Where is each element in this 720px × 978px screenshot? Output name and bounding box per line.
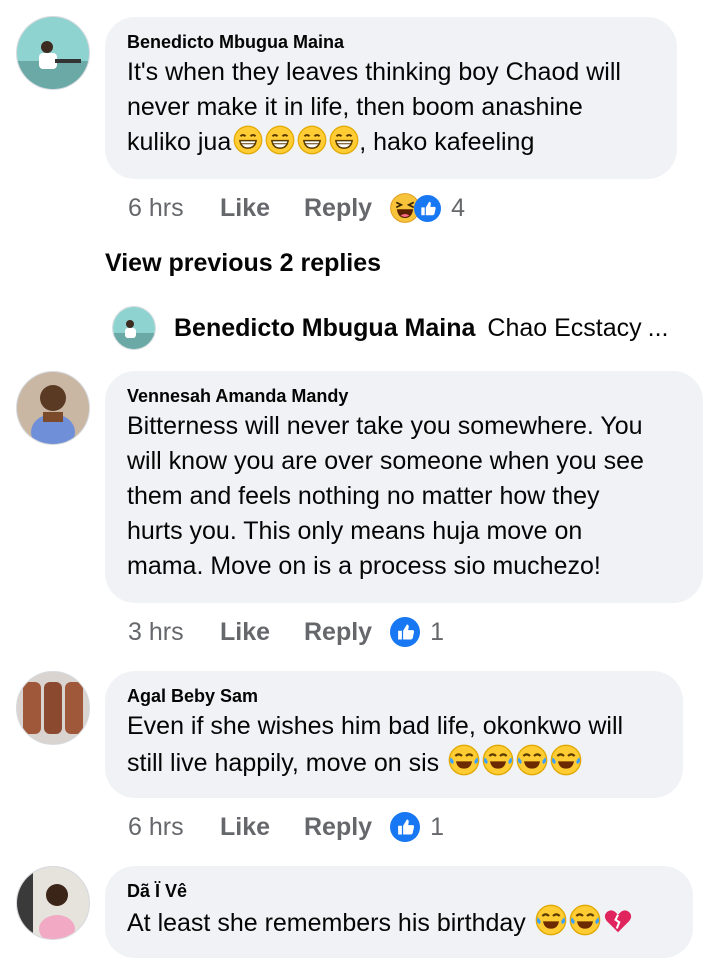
reaction-count: 1 [430, 812, 444, 841]
comment-text-line: At least she remembers his birthday [127, 904, 671, 946]
comment-text-line: mama. Move on is a process sio muchezo! [127, 552, 601, 580]
avatar-photo [17, 672, 89, 744]
comment-text-fragment: still live happily, move on sis [127, 749, 440, 777]
comment-text-line: Bitterness will never take you somewhere… [127, 412, 643, 440]
comment-bubble: Dã Ï Vê At least she remembers his birth… [105, 866, 693, 958]
reply-author: Benedicto Mbugua Maina [174, 313, 476, 342]
grinning-squint-emoji-icon [265, 125, 295, 165]
grinning-squint-emoji-icon [233, 125, 263, 165]
comment-author[interactable]: Agal Beby Sam [127, 685, 661, 707]
comment-text-line: kuliko jua , hako kafeeling [127, 125, 655, 165]
comment-text-line: them and feels nothing no matter how the… [127, 482, 600, 510]
comment-text-line: It's when they leaves thinking boy Chaod… [127, 58, 621, 86]
comment-timestamp[interactable]: 6 hrs [128, 813, 220, 842]
comment-text: It's when they leaves thinking boy Chaod… [127, 55, 655, 165]
comment-text-line: still live happily, move on sis [127, 744, 661, 786]
tears-of-joy-emoji-icon [482, 744, 514, 786]
reaction-count: 4 [451, 193, 465, 222]
comment-timestamp[interactable]: 6 hrs [128, 194, 220, 223]
reply-text: Chao Ecstacy [487, 313, 642, 342]
comment-text-line: will know you are over someone when you … [127, 447, 644, 475]
comment-actions: 6 hrs Like Reply 1 [128, 809, 444, 845]
comment-author[interactable]: Vennesah Amanda Mandy [127, 385, 681, 407]
tears-of-joy-emoji-icon [535, 904, 567, 946]
tears-of-joy-emoji-icon [550, 744, 582, 786]
like-button[interactable]: Like [220, 194, 304, 223]
avatar[interactable] [16, 371, 90, 445]
comment-bubble: Vennesah Amanda Mandy Bitterness will ne… [105, 371, 703, 603]
comment-timestamp[interactable]: 3 hrs [128, 618, 220, 647]
avatar[interactable] [16, 671, 90, 745]
reply-button[interactable]: Reply [304, 618, 372, 647]
comment-bubble: Benedicto Mbugua Maina It's when they le… [105, 17, 677, 179]
reply-ellipsis: ... [647, 313, 669, 342]
broken-heart-emoji-icon [603, 906, 633, 946]
like-button[interactable]: Like [220, 618, 304, 647]
tears-of-joy-emoji-icon [516, 744, 548, 786]
avatar-photo [17, 867, 89, 939]
like-reaction-icon [390, 812, 421, 842]
grinning-squint-emoji-icon [329, 125, 359, 165]
comment-text-fragment: , hako kafeeling [359, 128, 535, 156]
reply-preview[interactable]: Benedicto Mbugua Maina Chao Ecstacy ... [112, 306, 669, 350]
comment-text: Bitterness will never take you somewhere… [127, 409, 681, 584]
comment-text: Even if she wishes him bad life, okonkwo… [127, 709, 661, 786]
reply-button[interactable]: Reply [304, 813, 372, 842]
grinning-squint-emoji-icon [297, 125, 327, 165]
reaction-summary[interactable]: 1 [390, 812, 444, 842]
tears-of-joy-emoji-icon [448, 744, 480, 786]
comment-author[interactable]: Benedicto Mbugua Maina [127, 31, 655, 53]
like-reaction-icon [390, 617, 421, 647]
tears-of-joy-emoji-icon [569, 904, 601, 946]
reaction-count: 1 [430, 617, 444, 646]
comment-bubble: Agal Beby Sam Even if she wishes him bad… [105, 671, 683, 798]
avatar[interactable] [16, 866, 90, 940]
like-reaction-icon [414, 194, 442, 222]
avatar[interactable] [16, 16, 90, 90]
comment-text-line: hurts you. This only means huja move on [127, 517, 583, 545]
comment-text-fragment: At least she remembers his birthday [127, 909, 526, 937]
comment-text-fragment: kuliko jua [127, 128, 232, 156]
reaction-summary[interactable]: 4 [390, 193, 465, 223]
comment-text: At least she remembers his birthday [127, 904, 671, 946]
comment-actions: 6 hrs Like Reply 4 [128, 190, 465, 226]
comment-text-line: never make it in life, then boom anashin… [127, 93, 583, 121]
comment-actions: 3 hrs Like Reply 1 [128, 614, 444, 650]
avatar-photo [17, 17, 89, 89]
comment-text-line: Even if she wishes him bad life, okonkwo… [127, 712, 624, 740]
reply-button[interactable]: Reply [304, 194, 372, 223]
avatar [112, 306, 156, 350]
view-previous-replies-link[interactable]: View previous 2 replies [105, 249, 381, 278]
comment-author[interactable]: Dã Ï Vê [127, 880, 671, 902]
avatar-photo [17, 372, 89, 444]
like-button[interactable]: Like [220, 813, 304, 842]
reaction-summary[interactable]: 1 [390, 617, 444, 647]
avatar-photo [113, 307, 155, 349]
